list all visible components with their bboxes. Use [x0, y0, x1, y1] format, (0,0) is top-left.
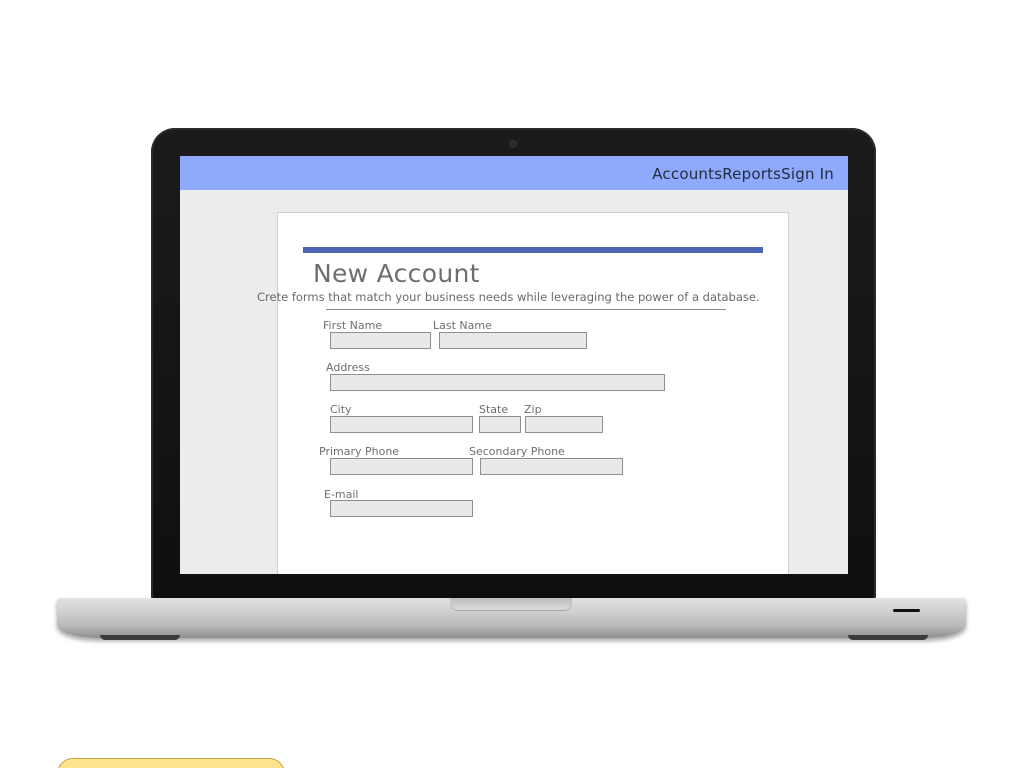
secondary-phone-field[interactable]	[480, 458, 623, 475]
primary-phone-field[interactable]	[330, 458, 473, 475]
nav-link-reports[interactable]: Reports	[722, 165, 781, 183]
webcam-icon	[510, 141, 516, 147]
top-nav-bar: Accounts Reports Sign In	[180, 156, 848, 190]
stage: Accounts Reports Sign In New Account Cre…	[0, 0, 1024, 768]
state-field[interactable]	[479, 416, 521, 433]
form-divider	[326, 309, 726, 310]
laptop-foot-right	[848, 635, 928, 640]
zip-field[interactable]	[525, 416, 603, 433]
city-field[interactable]	[330, 416, 473, 433]
address-field[interactable]	[330, 374, 665, 391]
form-title: New Account	[313, 259, 480, 288]
last-name-label: Last Name	[433, 319, 492, 332]
nav-links: Accounts Reports Sign In	[652, 165, 834, 183]
city-label: City	[330, 403, 352, 416]
nav-link-accounts[interactable]: Accounts	[652, 165, 722, 183]
first-name-label: First Name	[323, 319, 383, 332]
secondary-phone-label: Secondary Phone	[469, 445, 565, 458]
new-account-form: New Account Crete forms that match your …	[257, 212, 789, 574]
nav-link-sign-in[interactable]: Sign In	[781, 165, 834, 183]
primary-phone-label: Primary Phone	[319, 445, 400, 458]
form-accent-bar	[303, 247, 763, 253]
sticky-note-badge	[57, 758, 285, 768]
laptop-foot-left	[100, 635, 180, 640]
laptop-screen: Accounts Reports Sign In New Account Cre…	[180, 156, 848, 574]
laptop-opening-notch	[450, 598, 572, 611]
zip-label: Zip	[524, 403, 542, 416]
address-label: Address	[326, 361, 370, 374]
email-field[interactable]	[330, 500, 473, 517]
state-label: State	[479, 403, 509, 416]
status-led-icon	[893, 609, 920, 612]
form-subtitle: Crete forms that match your business nee…	[257, 290, 760, 304]
last-name-field[interactable]	[439, 332, 587, 349]
first-name-field[interactable]	[330, 332, 431, 349]
